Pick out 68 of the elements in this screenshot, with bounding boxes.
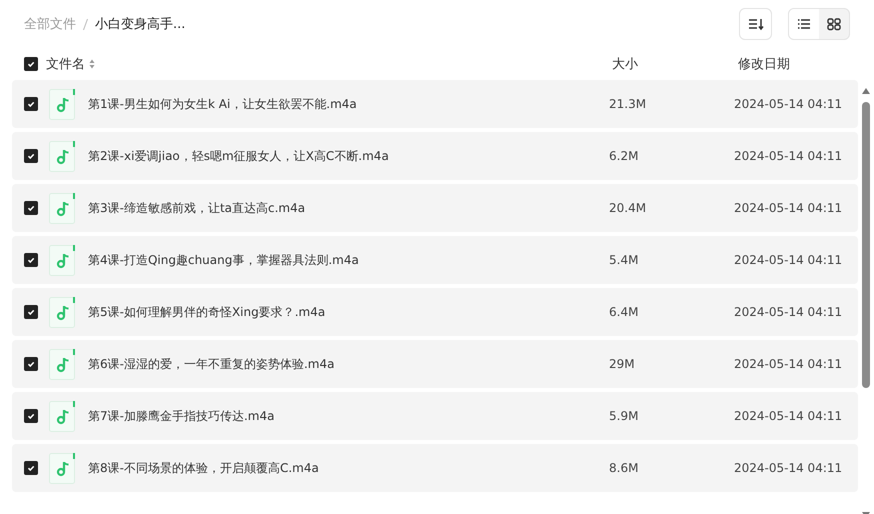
column-header[interactable]: 修改日期 xyxy=(738,55,874,73)
file-name: 第6课-湿湿的爱，一年不重复的姿势体验.m4a xyxy=(88,356,334,372)
modified-date: 2024-05-14 04:11 xyxy=(734,305,844,319)
file-name: 第8课-不同场景的体验，开启颠覆高C.m4a xyxy=(88,460,319,476)
file-size: 6.4M xyxy=(609,305,640,319)
breadcrumb-item[interactable]: 小白变身高手... xyxy=(95,15,186,33)
check-icon xyxy=(26,255,36,265)
file-size: 6.2M xyxy=(609,149,640,163)
audio-file-icon xyxy=(49,192,76,224)
list-view-button[interactable] xyxy=(789,9,819,39)
file-size: 8.6M xyxy=(609,461,640,475)
checkbox[interactable] xyxy=(24,357,38,371)
sort-arrows-icon[interactable] xyxy=(89,59,95,69)
modified-date: 2024-05-14 04:11 xyxy=(734,253,844,267)
file-row[interactable]: 第6课-湿湿的爱，一年不重复的姿势体验.m4a 29M 2024-05-14 04:11 xyxy=(12,340,858,388)
check-icon xyxy=(26,359,36,369)
file-size: 20.4M xyxy=(609,201,648,215)
check-icon xyxy=(26,307,36,317)
file-name: 第2课-xi爱调jiao，轻s嗯m征服女人，让X高C不断.m4a xyxy=(88,148,389,164)
file-name: 第5课-如何理解男伴的奇怪Xing要求？.m4a xyxy=(88,304,326,320)
checkbox[interactable] xyxy=(24,57,38,71)
audio-file-icon xyxy=(49,140,76,172)
check-icon xyxy=(26,59,36,69)
modified-date: 2024-05-14 04:11 xyxy=(734,97,844,111)
audio-file-icon xyxy=(49,452,76,484)
modified-date: 2024-05-14 04:11 xyxy=(734,357,844,371)
audio-file-icon xyxy=(49,400,76,432)
checkbox[interactable] xyxy=(24,97,38,111)
check-icon xyxy=(26,151,36,161)
file-row[interactable]: 第4课-打造Qing趣chuang事，掌握器具法则.m4a 5.4M 2024-05-14 04:11 xyxy=(12,236,858,284)
file-size: 5.4M xyxy=(609,253,640,267)
checkbox[interactable] xyxy=(24,409,38,423)
checkbox[interactable] xyxy=(24,201,38,215)
audio-file-icon xyxy=(49,88,76,120)
checkbox[interactable] xyxy=(24,253,38,267)
list-icon xyxy=(797,18,811,30)
file-row[interactable]: 第2课-xi爱调jiao，轻s嗯m征服女人，让X高C不断.m4a 6.2M 2024-05-14 04:11 xyxy=(12,132,858,180)
column-header[interactable]: 文件名 xyxy=(46,55,85,73)
file-name: 第4课-打造Qing趣chuang事，掌握器具法则.m4a xyxy=(88,252,359,268)
modified-date: 2024-05-14 04:11 xyxy=(734,201,844,215)
checkbox[interactable] xyxy=(24,461,38,475)
file-name: 第7课-加滕鹰金手指技巧传达.m4a xyxy=(88,408,274,424)
check-icon xyxy=(26,99,36,109)
file-row[interactable]: 第7课-加滕鹰金手指技巧传达.m4a 5.9M 2024-05-14 04:11 xyxy=(12,392,858,440)
file-size: 5.9M xyxy=(609,409,640,423)
checkbox[interactable] xyxy=(24,149,38,163)
check-icon xyxy=(26,463,36,473)
check-icon xyxy=(26,203,36,213)
file-row[interactable]: 第1课-男生如何为女生k Ai，让女生欲罢不能.m4a 21.3M 2024-05-14 04:11 xyxy=(12,80,858,128)
audio-file-icon xyxy=(49,244,76,276)
audio-file-icon xyxy=(49,296,76,328)
audio-file-icon xyxy=(49,348,76,380)
file-size: 21.3M xyxy=(609,97,648,111)
checkbox[interactable] xyxy=(24,305,38,319)
grid-icon xyxy=(827,18,841,30)
modified-date: 2024-05-14 04:11 xyxy=(734,409,844,423)
file-row[interactable]: 第5课-如何理解男伴的奇怪Xing要求？.m4a 6.4M 2024-05-14 04:11 xyxy=(12,288,858,336)
modified-date: 2024-05-14 04:11 xyxy=(734,149,844,163)
sort-icon xyxy=(748,17,764,31)
file-row[interactable]: 第8课-不同场景的体验，开启颠覆高C.m4a 8.6M 2024-05-14 04:11 xyxy=(12,444,858,492)
file-name: 第3课-缔造敏感前戏，让ta直达高c.m4a xyxy=(88,200,306,216)
modified-date: 2024-05-14 04:11 xyxy=(734,461,844,475)
file-size: 29M xyxy=(609,357,636,371)
check-icon xyxy=(26,411,36,421)
sort-button[interactable] xyxy=(739,8,772,40)
column-header[interactable]: 大小 xyxy=(612,55,738,73)
file-row[interactable]: 第3课-缔造敏感前戏，让ta直达高c.m4a 20.4M 2024-05-14 04:11 xyxy=(12,184,858,232)
file-name: 第1课-男生如何为女生k Ai，让女生欲罢不能.m4a xyxy=(88,96,357,112)
